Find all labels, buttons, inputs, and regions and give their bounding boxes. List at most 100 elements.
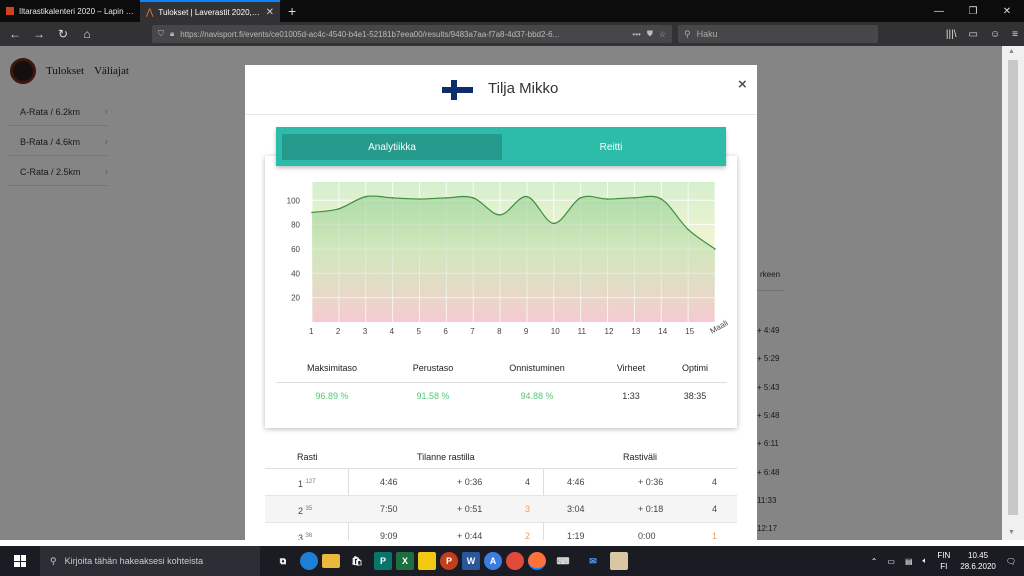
scrollbar-thumb[interactable] [1008,60,1018,515]
data-point [606,198,609,200]
library-icon[interactable]: |||\ [946,29,957,40]
volume-icon[interactable]: 🔈︎ [923,556,928,566]
app-icon[interactable]: A [484,552,502,570]
battery-icon[interactable]: ▭ [887,557,895,566]
back-icon[interactable]: ← [6,27,24,41]
forward-icon[interactable]: → [30,27,48,41]
column-header-rasti: Rasti [297,452,318,462]
stat-header: Onnistuminen [509,363,565,373]
data-point [418,198,421,200]
x-tick-label: 7 [470,327,475,336]
notifications-icon[interactable]: 🗨︎ [1006,557,1016,566]
tab-analytiikka[interactable]: Analytiikka [282,134,502,160]
taskbar-apps: ⧉ 🛍︎ P X P W A ⌨ ✉ [270,548,628,574]
scroll-up-icon[interactable]: ▲ [1008,48,1015,55]
sidebar-icon[interactable]: ▭ [968,29,977,40]
app-icon[interactable]: ⌨ [550,548,576,574]
taskbar-search[interactable]: ⚲ Kirjoita tähän hakeaksesi kohteista [40,546,260,576]
app-icon[interactable] [610,552,628,570]
mail-icon[interactable]: ✉ [580,548,606,574]
search-placeholder: Haku [696,29,718,39]
split-rank: 3 [525,504,531,514]
minimize-button[interactable]: — [922,0,956,22]
search-bar[interactable]: ⚲ Haku [678,25,878,43]
url-text[interactable]: https://navisport.fi/events/ce01005d-ac4… [180,30,626,39]
web-page: Tulokset Väliajat A-Rata / 6.2km › B-Rat… [0,46,1024,540]
page-scrollbar[interactable]: ▲ ▼ [1002,46,1024,540]
tab-title: Tulokset | Laverastit 2020, Kelun... [158,7,260,17]
tab-title: Iltarastikalenteri 2020 – Lapin V... [19,6,134,16]
data-point [445,197,448,199]
data-point [472,197,474,199]
table-row[interactable]: 2 35 7:50 + 0:51 3 3:04 + 0:18 4 [265,496,737,523]
data-point [579,197,582,199]
stat-header: Maksimitaso [306,363,357,373]
page-actions-icon[interactable]: ••• [632,30,640,39]
clock[interactable]: 10.45 28.6.2020 [960,550,996,572]
windows-logo-icon [14,555,26,567]
word-icon[interactable]: W [462,552,480,570]
stat-value-maksimitaso: 96.89 % [315,391,349,401]
publisher-icon[interactable]: P [374,552,392,570]
excel-icon[interactable]: X [396,552,414,570]
network-icon[interactable]: ▤ [905,557,913,566]
windows-taskbar: ⚲ Kirjoita tähän hakeaksesi kohteista ⧉ … [0,546,1024,576]
y-tick-label: 60 [291,245,300,254]
table-row[interactable]: 1 127 4:46 + 0:36 4 4:46 + 0:36 4 [265,469,737,496]
tab-reitti[interactable]: Reitti [502,134,720,160]
shield-icon[interactable]: ⛉ [158,29,164,39]
reload-icon[interactable]: ↻ [54,27,72,41]
split-time: 9:09 [380,531,398,540]
data-point [311,211,313,214]
scroll-down-icon[interactable]: ▼ [1008,529,1015,536]
x-tick-label: 1 [309,327,314,336]
split-time: 7:50 [380,504,398,514]
new-tab-button[interactable]: + [280,0,304,22]
x-tick-label: 10 [551,327,560,336]
y-tick-label: 20 [291,294,300,303]
url-bar[interactable]: ⛉ 🔒︎ https://navisport.fi/events/ce01005… [152,25,672,43]
data-point [660,198,663,200]
file-explorer-icon[interactable] [322,554,340,568]
lock-icon[interactable]: 🔒︎ [170,29,174,39]
x-tick-label: 11 [578,327,587,336]
finland-flag-icon [442,80,473,100]
leg-rank: 4 [712,504,718,514]
control-number: 3 36 [298,533,313,540]
browser-toolbar: ← → ↻ ⌂ ⛉ 🔒︎ https://navisport.fi/events… [0,22,1024,46]
browser-tab-tulokset[interactable]: ⋀ Tulokset | Laverastit 2020, Kelun... ✕ [140,0,280,22]
x-tick-label: 2 [336,327,341,336]
language-indicator[interactable]: FIN FI [937,550,950,572]
leg-rank: 4 [712,477,718,487]
stats-header-row: Maksimitaso Perustaso Onnistuminen Virhe… [276,363,727,381]
close-modal-button[interactable]: × [738,76,747,93]
home-icon[interactable]: ⌂ [78,27,96,41]
column-header-tilanne: Tilanne rastilla [417,452,475,462]
close-window-button[interactable]: ✕ [990,0,1024,22]
data-point [553,222,555,225]
browser-tab-bar: Iltarastikalenteri 2020 – Lapin V... ⋀ T… [0,0,1024,22]
close-tab-icon[interactable]: ✕ [266,7,274,18]
task-view-icon[interactable]: ⧉ [270,548,296,574]
firefox-icon[interactable] [528,552,546,570]
y-tick-label: 40 [291,269,300,278]
edge-icon[interactable] [300,552,318,570]
store-icon[interactable]: 🛍︎ [344,548,370,574]
chevron-up-icon[interactable]: ⌃ [871,557,878,566]
leg-diff: + 0:18 [638,504,664,514]
chrome-icon[interactable] [506,552,524,570]
maximize-button[interactable]: ❐ [956,0,990,22]
account-icon[interactable]: ☺ [990,29,1000,40]
table-row[interactable]: 3 36 9:09 + 0:44 2 1:19 0:00 1 [265,523,737,540]
stat-header: Optimi [681,363,708,373]
pocket-icon[interactable]: ⛊ [647,29,653,39]
start-button[interactable] [0,546,40,576]
bookmark-star-icon[interactable]: ☆ [659,30,666,39]
toolbar-right-icons: |||\ ▭ ☺ ≡ [946,29,1018,40]
browser-tab-iltarasti[interactable]: Iltarastikalenteri 2020 – Lapin V... [0,0,140,22]
data-point [391,197,394,199]
menu-icon[interactable]: ≡ [1012,29,1018,40]
athlete-modal: Tilja Mikko × Analytiikka Reitti 20 40 60 8… [245,65,757,540]
powerbi-icon[interactable] [418,552,436,570]
powerpoint-icon[interactable]: P [440,552,458,570]
